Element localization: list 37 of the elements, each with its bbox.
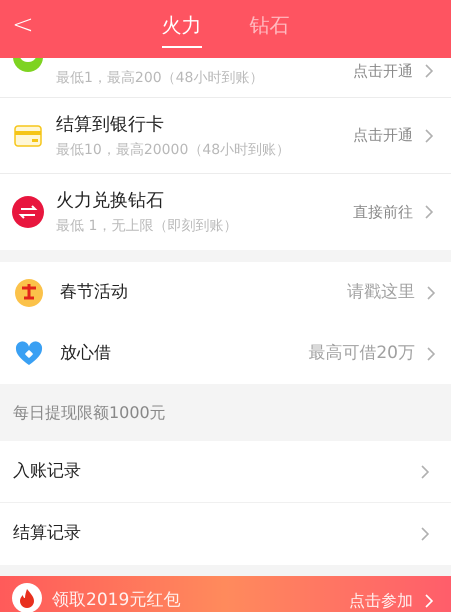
heart-shield-icon (15, 340, 43, 366)
chevron-right-icon (425, 64, 433, 78)
chevron-right-icon (425, 205, 433, 219)
option-subtitle: 最低 1，无上限（即刻到账） (56, 217, 238, 236)
option-subtitle: 最低10，最高20000（48小时到账） (56, 140, 292, 160)
festival-badge-icon (14, 278, 44, 308)
record-title: 入账记录 (13, 460, 82, 483)
chevron-right-icon (425, 128, 433, 142)
option-title: 火力兑换钻石 (56, 189, 165, 213)
promotion-action: 最高可借20万 (308, 342, 415, 365)
chevron-right-icon (427, 346, 435, 360)
flame-icon (12, 583, 42, 612)
banner-text: 领取2019元红包 (52, 588, 182, 612)
chevron-right-icon (425, 594, 433, 608)
option-action: 点击开通 (353, 61, 413, 82)
promotion-item[interactable]: 放心借 最高可借20万 (0, 323, 451, 384)
option-action: 点击开通 (353, 125, 413, 146)
option-title: 结算到银行卡 (56, 112, 165, 136)
chevron-right-icon (421, 527, 429, 541)
record-item[interactable]: 结算记录 (0, 503, 451, 565)
record-title: 结算记录 (13, 522, 82, 546)
promotion-title: 春节活动 (60, 280, 129, 304)
option-subtitle: 最低1，最高200（48小时到账） (56, 69, 264, 88)
chevron-right-icon (427, 286, 435, 300)
option-action: 直接前往 (353, 202, 413, 223)
promotion-action: 请戳这里 (347, 280, 415, 304)
promotion-title: 放心借 (60, 342, 112, 365)
withdraw-option[interactable]: 火力兑换钻石 最低 1，无上限（即刻到账） 直接前往 (0, 174, 451, 250)
chevron-right-icon (421, 464, 429, 478)
record-item[interactable]: 入账记录 (0, 441, 451, 503)
limit-note: 每日提现限额1000元 (13, 402, 166, 424)
promotion-item[interactable]: 春节活动 请戳这里 (0, 262, 451, 323)
withdraw-option[interactable]: 结算到银行卡 最低10，最高20000（48小时到账） 点击开通 (0, 98, 451, 174)
exchange-arrows-icon (12, 196, 44, 228)
withdraw-option[interactable]: 最低1，最高200（48小时到账） 点击开通 (0, 58, 451, 98)
bank-card-icon (14, 124, 42, 146)
banner-action: 点击参加 (349, 590, 413, 612)
